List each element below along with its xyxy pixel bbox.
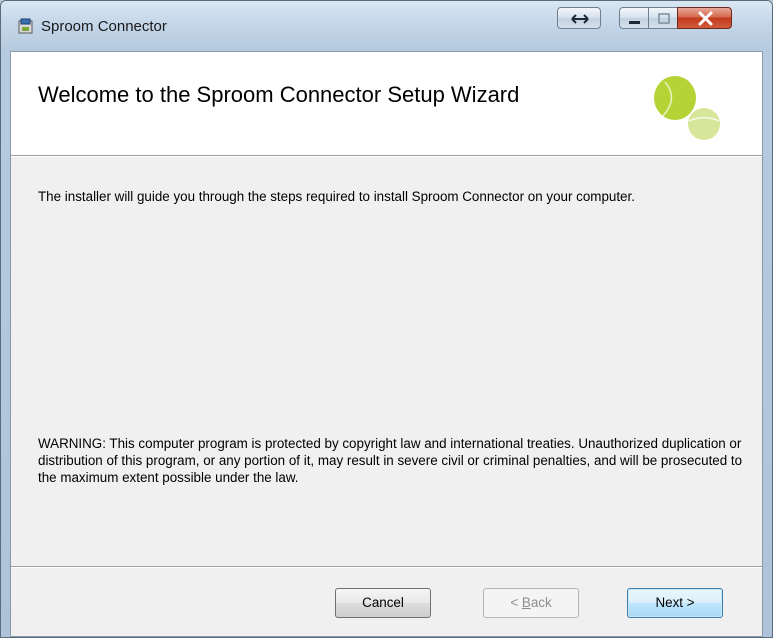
- back-mnemonic: B: [521, 595, 531, 610]
- page-title: Welcome to the Sproom Connector Setup Wi…: [38, 82, 520, 107]
- window-title: Sproom Connector: [41, 18, 167, 35]
- minimize-button[interactable]: [619, 7, 649, 29]
- wizard-dialog: Welcome to the Sproom Connector Setup Wi…: [10, 51, 763, 637]
- close-button[interactable]: [677, 7, 732, 29]
- maximize-button[interactable]: [648, 7, 678, 29]
- cancel-button[interactable]: Cancel: [335, 588, 431, 618]
- back-button[interactable]: < Back: [483, 588, 579, 618]
- resize-arrows-icon: [571, 14, 589, 24]
- installer-app-icon: [18, 18, 33, 34]
- footer-divider: [11, 566, 762, 568]
- header-banner: Welcome to the Sproom Connector Setup Wi…: [11, 52, 762, 155]
- back-rest: ack: [530, 595, 552, 610]
- back-prefix: <: [510, 595, 522, 610]
- intro-text: The installer will guide you through the…: [38, 189, 635, 204]
- header-divider: [11, 155, 762, 157]
- snap-button[interactable]: [557, 7, 601, 29]
- next-button[interactable]: Next >: [627, 588, 723, 618]
- copyright-warning: WARNING: This computer program is protec…: [38, 436, 743, 485]
- title-bar[interactable]: Sproom Connector: [1, 1, 772, 51]
- installer-window: Sproom Connector Welcome to the Sproom C…: [0, 0, 773, 638]
- maximize-icon: [658, 13, 670, 24]
- minimize-icon: [629, 21, 640, 24]
- sproom-logo-icon: [654, 76, 720, 140]
- close-icon: [698, 11, 713, 26]
